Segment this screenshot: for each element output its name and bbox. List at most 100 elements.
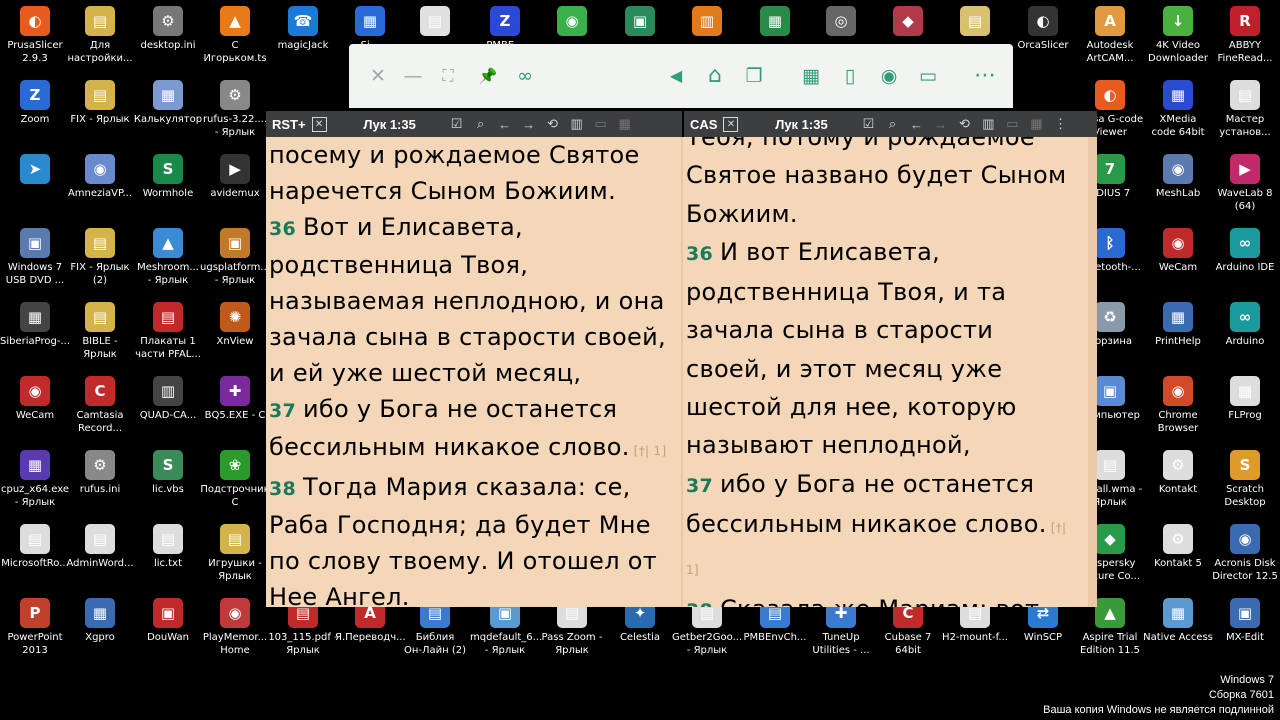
desktop-icon[interactable]: ▣ Windows 7 USB DVD ... — [0, 228, 70, 287]
folder-icon[interactable]: ▭ — [916, 64, 940, 88]
home-icon[interactable]: ⌂ — [703, 64, 727, 88]
minimize-icon[interactable]: — — [401, 64, 425, 88]
menu-icon[interactable]: ⋮ — [1048, 116, 1072, 132]
desktop-icon[interactable]: ▦ — [740, 6, 810, 39]
reference-label[interactable]: Лук 1:35 — [335, 117, 445, 132]
desktop-icon[interactable]: ▦ cpuz_x64.exe - Ярлык — [0, 450, 70, 509]
desktop-icon[interactable]: ◉ WeCam — [0, 376, 70, 422]
desktop-icon[interactable]: ▦ Xgpro — [65, 598, 135, 644]
link-icon[interactable]: ∞ — [513, 64, 537, 88]
arrow-right-icon[interactable]: → — [928, 117, 952, 132]
desktop-icon[interactable]: ❀ Подстрочник С — [200, 450, 270, 509]
verse-number[interactable]: 36 — [269, 218, 303, 240]
arrow-left-icon[interactable]: ← — [904, 117, 928, 132]
more-icon[interactable]: ⋯ — [973, 64, 997, 88]
desktop-icon[interactable]: ▲ С Игорьком.ts — [200, 6, 270, 65]
desktop-icon[interactable]: ▣ MX-Edit — [1210, 598, 1280, 644]
desktop-icon[interactable]: ⚙ desktop.ini — [133, 6, 203, 52]
module-name[interactable]: CAS — [684, 117, 723, 132]
desktop-icon[interactable]: ▤ Плакаты 1 части PFAL... — [133, 302, 203, 361]
verse[interactable]: 37 ибо у Бога не останется бессильным ни… — [686, 465, 1082, 590]
windows-icon[interactable]: ❐ — [742, 64, 766, 88]
desktop-icon[interactable]: R ABBYY FineRead... — [1210, 6, 1280, 65]
close-pane-icon[interactable]: ✕ — [311, 116, 327, 132]
desktop-icon[interactable]: ∞ Arduino IDE — [1210, 228, 1280, 274]
desktop-icon[interactable]: ➤ — [0, 154, 70, 187]
close-icon[interactable]: ✕ — [366, 64, 390, 88]
camera-icon[interactable]: ◉ — [877, 64, 901, 88]
desktop-icon[interactable]: A Autodesk ArtCAM... — [1075, 6, 1145, 65]
copy-icon[interactable]: ▭ — [589, 116, 613, 132]
desktop-icon[interactable]: ⚙ Kontakt — [1143, 450, 1213, 496]
desktop-icon[interactable]: ◉ Acronis Disk Director 12.5 — [1210, 524, 1280, 583]
verse-number[interactable]: 37 — [686, 475, 720, 497]
grid-icon[interactable]: ▦ — [799, 64, 823, 88]
bible-text-pane-right[interactable]: Тебя; потому и рождаемое Святое названо … — [683, 137, 1088, 607]
desktop-icon[interactable]: ✚ BQ5.EXE - C — [200, 376, 270, 422]
desktop-icon[interactable]: ◉ AmneziaVP... — [65, 154, 135, 200]
desktop-icon[interactable]: ▦ Калькулятор — [133, 80, 203, 126]
columns-icon[interactable]: ▥ — [976, 116, 1000, 132]
scrollbar[interactable] — [1088, 137, 1097, 607]
desktop-icon[interactable]: ▤ Мастер установ... — [1210, 80, 1280, 139]
verse[interactable]: 38 Тогда Мария сказала: се, Раба Господн… — [269, 469, 675, 607]
desktop-icon[interactable]: ◆ — [873, 6, 943, 39]
desktop-icon[interactable]: ▶ WaveLab 8 (64) — [1210, 154, 1280, 213]
verse[interactable]: 37 ибо у Бога не останется бессильным ни… — [269, 391, 675, 469]
desktop-icon[interactable]: ∞ Arduino — [1210, 302, 1280, 348]
desktop-icon[interactable]: ▤ BIBLE - Ярлык — [65, 302, 135, 361]
desktop-icon[interactable]: ▤ Игрушки - Ярлык — [200, 524, 270, 583]
verse-continuation[interactable]: Тебя; потому и рождаемое Святое названо … — [686, 137, 1082, 233]
back-icon[interactable]: ◀ — [664, 64, 688, 88]
desktop-icon[interactable]: ▤ AdminWord... — [65, 524, 135, 570]
desktop-icon[interactable]: ▤ lic.txt — [133, 524, 203, 570]
verse[interactable]: 36 Вот и Елисавета, родственница Твоя, н… — [269, 209, 675, 391]
desktop-icon[interactable]: ◉ PlayMemor... Home — [200, 598, 270, 657]
checkbox-icon[interactable]: ☑ — [856, 116, 880, 132]
desktop-icon[interactable]: ▤ Для настройки... — [65, 6, 135, 65]
checkbox-icon[interactable]: ☑ — [445, 116, 469, 132]
desktop-icon[interactable]: ✺ XnView — [200, 302, 270, 348]
bible-text-pane-left[interactable]: посему и рождаемое Святое наречется Сыно… — [266, 137, 681, 607]
history-icon[interactable]: ⟲ — [952, 116, 976, 132]
desktop-icon[interactable]: ▤ FIX - Ярлык (2) — [65, 228, 135, 287]
columns-icon[interactable]: ▥ — [565, 116, 589, 132]
desktop-icon[interactable]: P PowerPoint 2013 — [0, 598, 70, 657]
copy-icon[interactable]: ▭ — [1000, 116, 1024, 132]
desktop-icon[interactable]: ☎ magicJack — [268, 6, 338, 52]
verse-continuation[interactable]: посему и рождаемое Святое наречется Сыно… — [269, 137, 675, 209]
desktop-icon[interactable]: ◐ PrusaSlicer 2.9.3 — [0, 6, 70, 65]
desktop-icon[interactable]: ◐ OrcaSlicer — [1008, 6, 1078, 52]
close-pane-icon[interactable]: ✕ — [723, 116, 739, 132]
desktop-icon[interactable]: ▤ — [940, 6, 1010, 39]
book-icon[interactable]: ▯ — [838, 64, 862, 88]
module-name[interactable]: RST+ — [266, 117, 312, 132]
verse[interactable]: 38 Сказала же Мариам: вот — раба Господн… — [686, 590, 1082, 607]
desktop-icon[interactable]: Slic.vbs — [133, 450, 203, 496]
desktop-icon[interactable]: S Scratch Desktop — [1210, 450, 1280, 509]
desktop-icon[interactable]: ⚙ rufus.ini — [65, 450, 135, 496]
calendar-icon[interactable]: ▦ — [1024, 116, 1048, 132]
desktop-icon[interactable]: ▦ SiberiaProg-... — [0, 302, 70, 348]
desktop-icon[interactable]: ◉ — [537, 6, 607, 39]
desktop-icon[interactable]: S Wormhole — [133, 154, 203, 200]
arrow-left-icon[interactable]: ← — [493, 117, 517, 132]
desktop-icon[interactable]: ▣ ugsplatform... - Ярлык — [200, 228, 270, 287]
desktop-icon[interactable]: ◎ — [806, 6, 876, 39]
verse-number[interactable]: 38 — [686, 600, 720, 607]
desktop-icon[interactable]: ▤ — [400, 6, 470, 39]
desktop-icon[interactable]: ▥ — [672, 6, 742, 39]
desktop-icon[interactable]: ▦ Native Access — [1143, 598, 1213, 644]
search-icon[interactable]: ⌕ — [469, 116, 493, 132]
fullscreen-icon[interactable]: ⛶ — [436, 64, 460, 88]
desktop-icon[interactable]: ▶ avidemux — [200, 154, 270, 200]
cross-reference-link[interactable]: [†| 1] — [630, 444, 667, 458]
desktop-icon[interactable]: ▦ XMedia code 64bit — [1143, 80, 1213, 139]
desktop-icon[interactable]: Z Zoom — [0, 80, 70, 126]
desktop-icon[interactable]: ↓ 4K Video Downloader — [1143, 6, 1213, 65]
desktop-icon[interactable]: ◉ Chrome Browser — [1143, 376, 1213, 435]
verse-number[interactable]: 37 — [269, 400, 303, 422]
verse-number[interactable]: 38 — [269, 478, 303, 500]
desktop-icon[interactable]: ▦ PrintHelp — [1143, 302, 1213, 348]
desktop-icon[interactable]: ▦ FLProg — [1210, 376, 1280, 422]
